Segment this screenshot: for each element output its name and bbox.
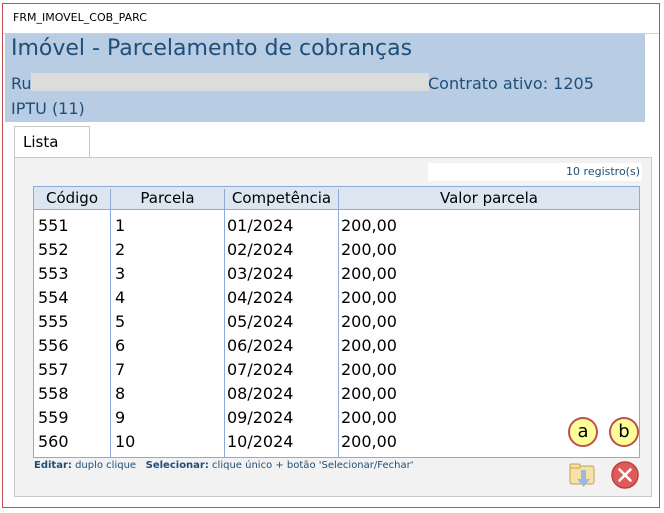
cell-codigo: 558	[38, 384, 69, 403]
cell-competencia: 02/2024	[227, 240, 294, 259]
cell-parcela: 8	[115, 384, 126, 403]
callout-a: a	[568, 417, 598, 447]
cell-competencia: 08/2024	[227, 384, 294, 403]
cell-codigo: 559	[38, 408, 69, 427]
page-title: Imóvel - Parcelamento de cobranças	[11, 36, 413, 61]
cell-parcela: 2	[115, 240, 126, 259]
cell-codigo: 553	[38, 264, 69, 283]
cell-competencia: 03/2024	[227, 264, 294, 283]
select-close-button[interactable]	[568, 460, 598, 490]
grid-body: 551 1 01/2024 200,00 552 2 02/2024 200,0…	[33, 210, 640, 458]
column-header-parcela[interactable]: Parcela	[111, 189, 224, 207]
table-row[interactable]: 555 5 05/2024 200,00	[34, 310, 639, 334]
tab-lista[interactable]: Lista	[14, 126, 90, 158]
cell-codigo: 556	[38, 336, 69, 355]
cell-codigo: 560	[38, 432, 69, 451]
column-header-valor[interactable]: Valor parcela	[339, 189, 639, 207]
table-row[interactable]: 554 4 04/2024 200,00	[34, 286, 639, 310]
cell-parcela: 3	[115, 264, 126, 283]
cell-valor: 200,00	[341, 264, 397, 283]
column-header-codigo[interactable]: Código	[34, 189, 110, 207]
cell-valor: 200,00	[341, 408, 397, 427]
address-redaction	[31, 73, 429, 91]
cell-competencia: 09/2024	[227, 408, 294, 427]
column-header-competencia[interactable]: Competência	[225, 189, 338, 207]
cell-parcela: 10	[115, 432, 136, 451]
close-button[interactable]	[610, 460, 640, 490]
table-row[interactable]: 557 7 07/2024 200,00	[34, 358, 639, 382]
cell-codigo: 555	[38, 312, 69, 331]
cell-valor: 200,00	[341, 384, 397, 403]
usage-hint: Editar: duplo clique Selecionar: clique …	[34, 460, 413, 471]
cell-codigo: 551	[38, 216, 69, 235]
cell-valor: 200,00	[341, 312, 397, 331]
cell-parcela: 6	[115, 336, 126, 355]
hint-select-text: clique único + botão 'Selecionar/Fechar'	[212, 460, 414, 471]
table-row[interactable]: 559 9 09/2024 200,00	[34, 406, 639, 430]
cell-valor: 200,00	[341, 240, 397, 259]
cell-valor: 200,00	[341, 432, 397, 451]
form-title-bar: FRM_IMOVEL_COB_PARC	[3, 4, 659, 34]
cell-parcela: 5	[115, 312, 126, 331]
cell-competencia: 06/2024	[227, 336, 294, 355]
cell-valor: 200,00	[341, 288, 397, 307]
table-row[interactable]: 560 10 10/2024 200,00	[34, 430, 639, 454]
header-panel: Imóvel - Parcelamento de cobranças Ru Co…	[5, 34, 645, 122]
cell-valor: 200,00	[341, 216, 397, 235]
cell-codigo: 552	[38, 240, 69, 259]
close-circle-icon	[611, 461, 639, 489]
cell-valor: 200,00	[341, 336, 397, 355]
callout-b: b	[609, 417, 639, 447]
cell-parcela: 9	[115, 408, 126, 427]
table-row[interactable]: 553 3 03/2024 200,00	[34, 262, 639, 286]
table-row[interactable]: 551 1 01/2024 200,00	[34, 214, 639, 238]
hint-edit-label: Editar:	[34, 460, 72, 471]
folder-download-icon	[569, 463, 595, 487]
grid-header: Código Parcela Competência Valor parcela	[33, 186, 640, 211]
cell-competencia: 01/2024	[227, 216, 294, 235]
contract-label: Contrato ativo: 1205	[428, 74, 594, 93]
hint-edit-text: duplo clique	[75, 460, 137, 471]
cell-codigo: 557	[38, 360, 69, 379]
cell-competencia: 10/2024	[227, 432, 294, 451]
cell-competencia: 07/2024	[227, 360, 294, 379]
cell-parcela: 4	[115, 288, 126, 307]
cell-competencia: 04/2024	[227, 288, 294, 307]
cell-valor: 200,00	[341, 360, 397, 379]
record-count: 10 registro(s)	[428, 163, 642, 181]
table-row[interactable]: 556 6 06/2024 200,00	[34, 334, 639, 358]
table-row[interactable]: 552 2 02/2024 200,00	[34, 238, 639, 262]
tab-lista-label: Lista	[23, 133, 59, 151]
cell-competencia: 05/2024	[227, 312, 294, 331]
address-prefix: Ru	[11, 74, 32, 93]
table-row[interactable]: 558 8 08/2024 200,00	[34, 382, 639, 406]
cell-codigo: 554	[38, 288, 69, 307]
hint-select-label: Selecionar:	[145, 460, 209, 471]
form-title: FRM_IMOVEL_COB_PARC	[13, 11, 147, 24]
iptu-label: IPTU (11)	[11, 99, 85, 118]
cell-parcela: 1	[115, 216, 126, 235]
cell-parcela: 7	[115, 360, 126, 379]
